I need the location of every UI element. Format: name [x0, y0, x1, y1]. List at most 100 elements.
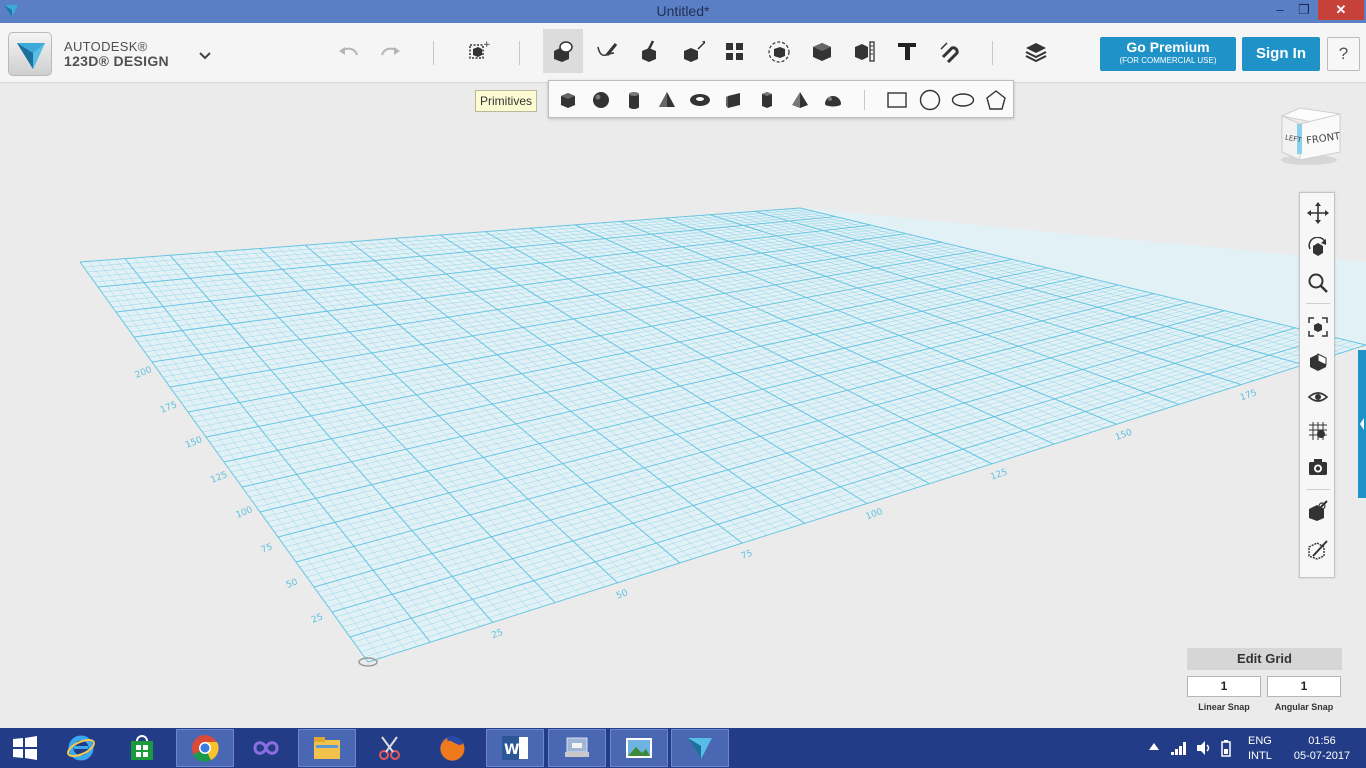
- svg-text:+: +: [483, 40, 490, 50]
- grid-axis-label: 150: [1114, 428, 1134, 443]
- view-cube[interactable]: LEFT FRONT: [1276, 102, 1342, 168]
- taskbar-chrome[interactable]: [176, 729, 234, 767]
- measure-icon: [855, 41, 875, 62]
- cylinder-primitive-button[interactable]: [622, 88, 646, 112]
- firefox-icon: [440, 736, 465, 761]
- network-signal-icon[interactable]: [1170, 740, 1188, 768]
- outline-view-button[interactable]: [1304, 535, 1332, 563]
- app-menu-logo[interactable]: [8, 32, 52, 76]
- volume-icon[interactable]: [1195, 740, 1213, 768]
- taskbar-word[interactable]: W: [486, 729, 544, 767]
- rectangle-primitive-button[interactable]: [885, 88, 909, 112]
- visibility-button[interactable]: [1304, 383, 1332, 411]
- transform-tool[interactable]: +: [458, 29, 498, 73]
- edit-grid-button[interactable]: Edit Grid: [1187, 648, 1342, 670]
- taskbar-snipping-tool[interactable]: [361, 729, 419, 767]
- word-icon: W: [502, 736, 528, 760]
- go-premium-button[interactable]: Go Premium (FOR COMMERCIAL USE): [1100, 37, 1236, 71]
- primitives-tool[interactable]: [543, 29, 583, 73]
- store-icon: [131, 735, 153, 760]
- polygon-primitive-button[interactable]: [984, 88, 1008, 112]
- sphere-primitive-button[interactable]: [589, 88, 613, 112]
- window-title: Untitled*: [656, 3, 710, 19]
- construct-tool[interactable]: [630, 29, 670, 73]
- toolbar-separator: [992, 41, 993, 65]
- help-button[interactable]: ?: [1327, 37, 1360, 71]
- taskbar-photos[interactable]: [610, 729, 668, 767]
- hemisphere-icon: [825, 96, 841, 107]
- angular-snap-input[interactable]: 1: [1267, 676, 1341, 697]
- ellipse-primitive-button[interactable]: [951, 88, 975, 112]
- snap-magnet-icon: [940, 42, 959, 63]
- zoom-button[interactable]: [1304, 269, 1332, 297]
- wedge-icon: [726, 93, 740, 108]
- sketch-tool[interactable]: [587, 29, 627, 73]
- taskbar-store[interactable]: [113, 729, 171, 767]
- linear-snap-label: Linear Snap: [1198, 702, 1250, 712]
- cylinder-icon: [629, 92, 639, 109]
- battery-icon[interactable]: [1219, 740, 1233, 768]
- tray-overflow-icon[interactable]: [1147, 741, 1161, 768]
- grid-axis-label: 75: [740, 549, 754, 562]
- taskbar-remote-app[interactable]: [548, 729, 606, 767]
- sign-in-button[interactable]: Sign In: [1242, 37, 1320, 71]
- grid-axis-label: 175: [159, 400, 179, 416]
- clock[interactable]: 01:56 05-07-2017: [1282, 734, 1362, 768]
- taskbar-ie[interactable]: [52, 729, 110, 767]
- navigation-bar: [1299, 192, 1335, 578]
- taskbar-firefox[interactable]: [423, 729, 481, 767]
- hemisphere-primitive-button[interactable]: [821, 88, 845, 112]
- box-primitive-button[interactable]: [556, 88, 580, 112]
- taskbar-app-infinity[interactable]: [237, 729, 295, 767]
- cone-primitive-button[interactable]: [655, 88, 679, 112]
- grid-view-button[interactable]: [1304, 417, 1332, 445]
- view-cube-icon: LEFT FRONT: [1280, 107, 1342, 165]
- snap-tool[interactable]: [930, 29, 970, 73]
- redo-button[interactable]: [370, 29, 410, 73]
- group-icon: [768, 41, 790, 63]
- linear-snap-input[interactable]: 1: [1187, 676, 1261, 697]
- pyramid-icon: [792, 92, 808, 108]
- torus-primitive-button[interactable]: [688, 88, 712, 112]
- go-premium-label: Go Premium: [1126, 39, 1210, 55]
- measure-tool[interactable]: [845, 29, 885, 73]
- pattern-tool[interactable]: [715, 29, 755, 73]
- close-button[interactable]: ✕: [1318, 0, 1364, 20]
- pan-button[interactable]: [1304, 199, 1332, 227]
- material-view-button[interactable]: [1304, 497, 1332, 525]
- 3d-viewport[interactable]: 25 50 75 100 125 150 175 200 25 50 75 100 125 150 175: [0, 84, 1366, 728]
- undo-button[interactable]: [329, 29, 369, 73]
- combine-icon: [813, 43, 831, 61]
- wedge-primitive-button[interactable]: [722, 88, 746, 112]
- language-indicator[interactable]: ENG INTL: [1248, 734, 1272, 768]
- perspective-button[interactable]: [1304, 348, 1332, 376]
- material-tool[interactable]: [1016, 29, 1056, 73]
- taskbar-file-explorer[interactable]: [298, 729, 356, 767]
- fit-button[interactable]: [1304, 313, 1332, 341]
- side-panel-tab[interactable]: [1358, 350, 1366, 498]
- flyout-separator: [864, 90, 865, 110]
- prism-primitive-button[interactable]: [755, 88, 779, 112]
- chevron-down-icon[interactable]: [197, 49, 213, 61]
- text-tool[interactable]: [887, 29, 927, 73]
- primitives-icon: [554, 41, 573, 62]
- orbit-button[interactable]: [1304, 234, 1332, 262]
- maximize-button[interactable]: ❐: [1289, 0, 1319, 20]
- grid-axis-label: 100: [865, 507, 885, 522]
- grid-axis-label: 125: [209, 470, 229, 486]
- start-button[interactable]: [0, 729, 50, 767]
- modify-tool[interactable]: [673, 29, 713, 73]
- go-premium-sublabel: (FOR COMMERCIAL USE): [1119, 56, 1217, 65]
- clock-date: 05-07-2017: [1293, 750, 1351, 762]
- sketch-icon: [597, 43, 618, 57]
- photo-icon: [626, 738, 652, 758]
- angular-snap-label: Angular Snap: [1274, 702, 1334, 712]
- pyramid-primitive-button[interactable]: [788, 88, 812, 112]
- group-tool[interactable]: [759, 29, 799, 73]
- clock-time: 01:56: [1308, 735, 1336, 747]
- screenshot-button[interactable]: [1304, 453, 1332, 481]
- redo-icon: [381, 47, 400, 56]
- circle-primitive-button[interactable]: [918, 88, 942, 112]
- taskbar-123d-design[interactable]: [671, 729, 729, 767]
- combine-tool[interactable]: [802, 29, 842, 73]
